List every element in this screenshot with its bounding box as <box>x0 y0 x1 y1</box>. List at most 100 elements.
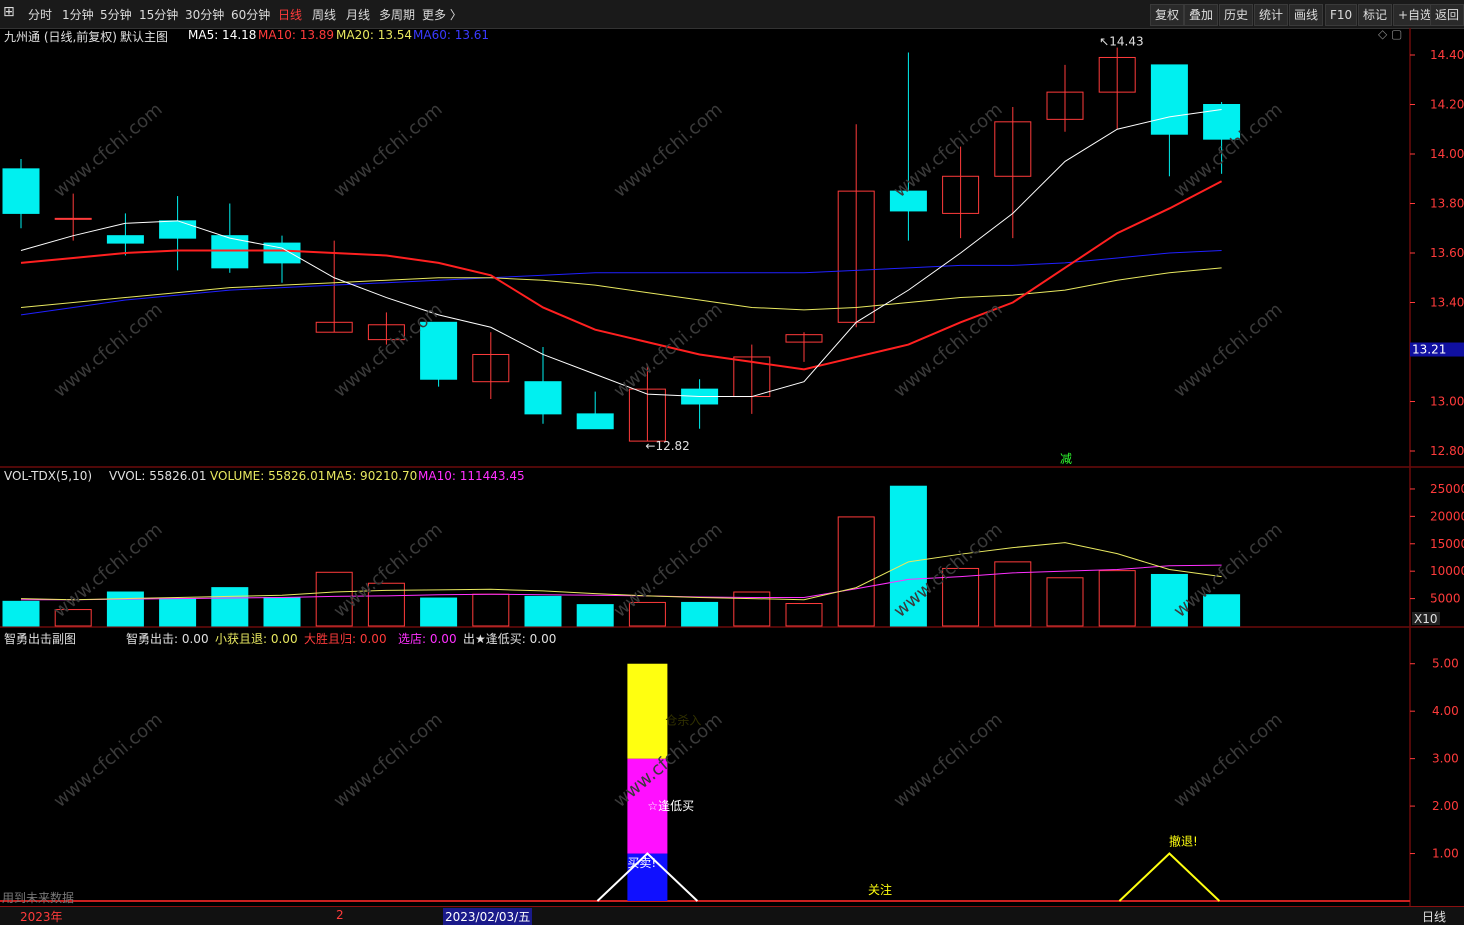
sub-indicator-name[interactable]: 智勇出击副图 <box>4 630 76 647</box>
candle-body <box>1150 64 1188 135</box>
ma20-line <box>20 267 1222 311</box>
volume-bar <box>1046 577 1084 627</box>
signal-bar-yellow <box>627 663 668 759</box>
volume-bar <box>681 601 719 627</box>
fdm-value: 出★逢低买: 0.00 <box>463 632 557 646</box>
candle-body <box>524 381 562 415</box>
vol-indicator-name[interactable]: VOL-TDX(5,10) <box>4 469 92 483</box>
volume-bar <box>106 591 144 627</box>
f10-button[interactable]: F10 <box>1325 4 1358 26</box>
stats-button[interactable]: 统计 <box>1254 4 1289 26</box>
price-axis-label: 12.80 <box>1430 444 1464 458</box>
volume-axis-label: 20000 <box>1430 509 1464 523</box>
volume-axis-label: 10000 <box>1430 564 1464 578</box>
cursor-date-label: 2023/02/03/五 <box>443 908 533 925</box>
low-price-mark: ←12.82 <box>645 439 689 453</box>
history-button[interactable]: 历史 <box>1219 4 1254 26</box>
watermark: www.cfchi.com <box>1170 709 1287 812</box>
period-multi[interactable]: 多周期 <box>379 6 415 23</box>
ma5-line <box>20 108 1222 398</box>
xhqt-value: 小获且退: 0.00 <box>215 632 298 646</box>
period-weekly[interactable]: 周线 <box>312 6 336 23</box>
draw-button[interactable]: 画线 <box>1289 4 1324 26</box>
volume-axis-label: 25000 <box>1430 482 1464 496</box>
volume-bar <box>2 600 40 627</box>
candle-body <box>54 217 92 220</box>
dsqg-value: 大胜且归: 0.00 <box>304 632 387 646</box>
mark-button[interactable]: 标记 <box>1358 4 1393 26</box>
volume-bar <box>211 587 249 627</box>
volume-bar <box>472 593 510 627</box>
fuquan-button[interactable]: 复权 <box>1150 4 1185 26</box>
volume-axis-label: 5000 <box>1430 592 1461 606</box>
vvol-value: VVOL: 55826.01 <box>109 469 207 483</box>
watermark: www.cfchi.com <box>330 99 447 202</box>
price-axis-label: 13.60 <box>1430 246 1464 260</box>
vol-ma5-line <box>20 542 1222 601</box>
return-button[interactable]: 返回 <box>1430 4 1464 26</box>
overlay-button[interactable]: 叠加 <box>1184 4 1219 26</box>
period-60min[interactable]: 60分钟 <box>231 6 270 23</box>
price-axis-label: 14.40 <box>1430 48 1464 62</box>
price-axis-label: 13.40 <box>1430 296 1464 310</box>
signal-label-guanzhu: 关注 <box>868 882 892 897</box>
volume-value: VOLUME: 55826.01 <box>210 469 326 483</box>
watermark: www.cfchi.com <box>1170 299 1287 402</box>
period-daily[interactable]: 日线 <box>278 6 302 23</box>
period-toolbar: ⊞ 分时 1分钟 5分钟 15分钟 30分钟 60分钟 日线 周线 月线 多周期… <box>0 0 1464 29</box>
candle-body <box>576 413 614 430</box>
ma10-line <box>20 180 1223 371</box>
volume-axis-label: 15000 <box>1430 537 1464 551</box>
candle-body <box>159 220 197 239</box>
watermark: www.cfchi.com <box>890 709 1007 812</box>
volume-bar <box>159 598 197 627</box>
price-axis-label: 13.00 <box>1430 395 1464 409</box>
volume-bar <box>576 604 614 627</box>
candle-body <box>106 235 144 244</box>
period-30min[interactable]: 30分钟 <box>185 6 224 23</box>
sub-axis-label: 1.00 <box>1432 847 1459 861</box>
back-arrow-icon[interactable]: ⊞ <box>3 4 15 20</box>
price-axis-label: 14.20 <box>1430 98 1464 112</box>
zy-value: 智勇出击: 0.00 <box>126 632 209 646</box>
period-monthly[interactable]: 月线 <box>346 6 370 23</box>
vol-ma10-value: MA10: 111443.45 <box>418 469 525 483</box>
volume-bar <box>994 561 1032 627</box>
price-axis-label: 13.80 <box>1430 197 1464 211</box>
volume-bar <box>785 603 823 627</box>
future-data-note: 用到未来数据 <box>2 890 74 905</box>
sub-axis-label: 2.00 <box>1432 799 1459 813</box>
watermark: www.cfchi.com <box>890 299 1007 402</box>
period-more[interactable]: 更多 〉 <box>422 6 462 23</box>
period-15min[interactable]: 15分钟 <box>139 6 178 23</box>
period-1min[interactable]: 1分钟 <box>62 6 94 23</box>
period-indicator[interactable]: 日线 <box>1422 908 1446 925</box>
kline-chart[interactable]: 14.4014.2014.0013.8013.6013.4013.2013.00… <box>0 28 1464 906</box>
yellow-triangle <box>1118 852 1221 902</box>
watermark: www.cfchi.com <box>50 299 167 402</box>
watermark: www.cfchi.com <box>610 299 727 402</box>
vol-ma5-value: MA5: 90210.70 <box>326 469 418 483</box>
price-axis-label: 14.00 <box>1430 147 1464 161</box>
volume-bar <box>837 516 875 627</box>
sub-axis-label: 4.00 <box>1432 704 1459 718</box>
xc-value: 选店: 0.00 <box>398 632 457 646</box>
signal-label-fengdi: ☆逢低买 <box>647 799 694 813</box>
watermark: www.cfchi.com <box>50 99 167 202</box>
volume-bar <box>1098 570 1136 627</box>
signal-label-chetui: 撤退! <box>1169 834 1198 849</box>
period-fenshi[interactable]: 分时 <box>28 6 52 23</box>
watermark: www.cfchi.com <box>50 709 167 812</box>
volume-bar <box>420 597 458 627</box>
sub-axis-label: 5.00 <box>1432 657 1459 671</box>
high-price-mark: ↖14.43 <box>1099 35 1143 49</box>
signal-label-mailai: 买卖! <box>627 856 656 870</box>
volume-bar <box>263 596 301 627</box>
sub-axis-label: 3.00 <box>1432 752 1459 766</box>
period-5min[interactable]: 5分钟 <box>100 6 132 23</box>
month-label: 2 <box>336 908 344 922</box>
watermark: www.cfchi.com <box>890 99 1007 202</box>
year-label: 2023年 <box>20 910 63 924</box>
date-bar: 2023年 2 2023/02/03/五 日线 <box>0 906 1464 925</box>
signal-mark: 减 <box>1060 452 1072 466</box>
